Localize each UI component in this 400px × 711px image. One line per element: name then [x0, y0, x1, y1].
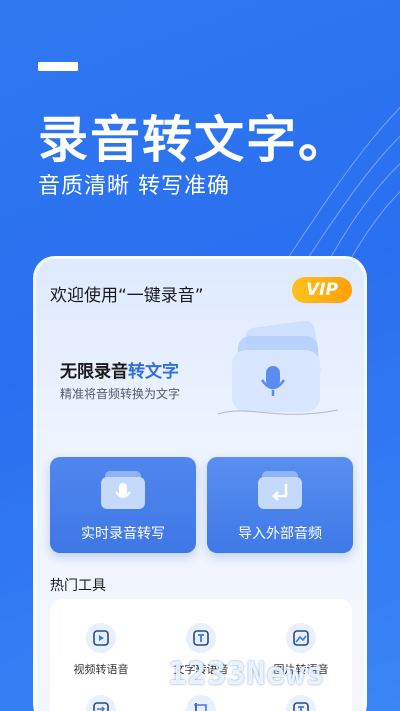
tool-video-label: 视频转语音: [73, 663, 129, 676]
tools-section-title: 热门工具: [50, 578, 106, 594]
watermark-logo: 1233News: [168, 656, 326, 692]
video-icon: [86, 623, 116, 653]
text-icon: [186, 623, 216, 653]
import-folder-icon: [258, 471, 302, 509]
header-bar-decoration: [38, 62, 78, 71]
convert-icon: [86, 695, 116, 711]
feature-title: 无限录音转文字: [60, 357, 179, 382]
vip-badge[interactable]: VIP: [292, 277, 352, 303]
import-audio-button[interactable]: 导入外部音频: [207, 457, 353, 553]
realtime-transcribe-label: 实时录音转写: [81, 526, 165, 542]
tools-grid: 视频转语音 文字转语音 图片转语音: [50, 599, 352, 711]
feature-title-accent: 转文字: [128, 362, 179, 382]
feature-description: 精准将音频转换为文字: [60, 387, 181, 401]
hero-subtitle: 音质清晰 转写准确: [38, 174, 230, 199]
image-icon: [286, 623, 316, 653]
tool-video-to-speech[interactable]: 视频转语音: [51, 623, 151, 677]
feature-title-prefix: 无限录音: [60, 362, 128, 382]
recording-folder-illustration: [218, 320, 338, 415]
screen: 录音转文字。 音质清晰 转写准确 欢迎使用“一键录音” VIP 无限录音转文字 …: [0, 0, 400, 711]
tool-row2-item2[interactable]: [151, 695, 251, 711]
realtime-transcribe-button[interactable]: 实时录音转写: [50, 457, 196, 553]
tool-row2-item1[interactable]: [51, 695, 151, 711]
hero-title: 录音转文字。: [38, 111, 350, 169]
text-box-icon: [286, 695, 316, 711]
app-preview-panel: 欢迎使用“一键录音” VIP 无限录音转文字 精准将音频转换为文字 实时录音转写: [33, 256, 367, 711]
welcome-text: 欢迎使用“一键录音”: [50, 286, 204, 306]
tool-row2-item3[interactable]: [251, 695, 351, 711]
import-audio-label: 导入外部音频: [238, 526, 322, 542]
crop-icon: [186, 695, 216, 711]
mic-folder-icon: [101, 471, 145, 509]
